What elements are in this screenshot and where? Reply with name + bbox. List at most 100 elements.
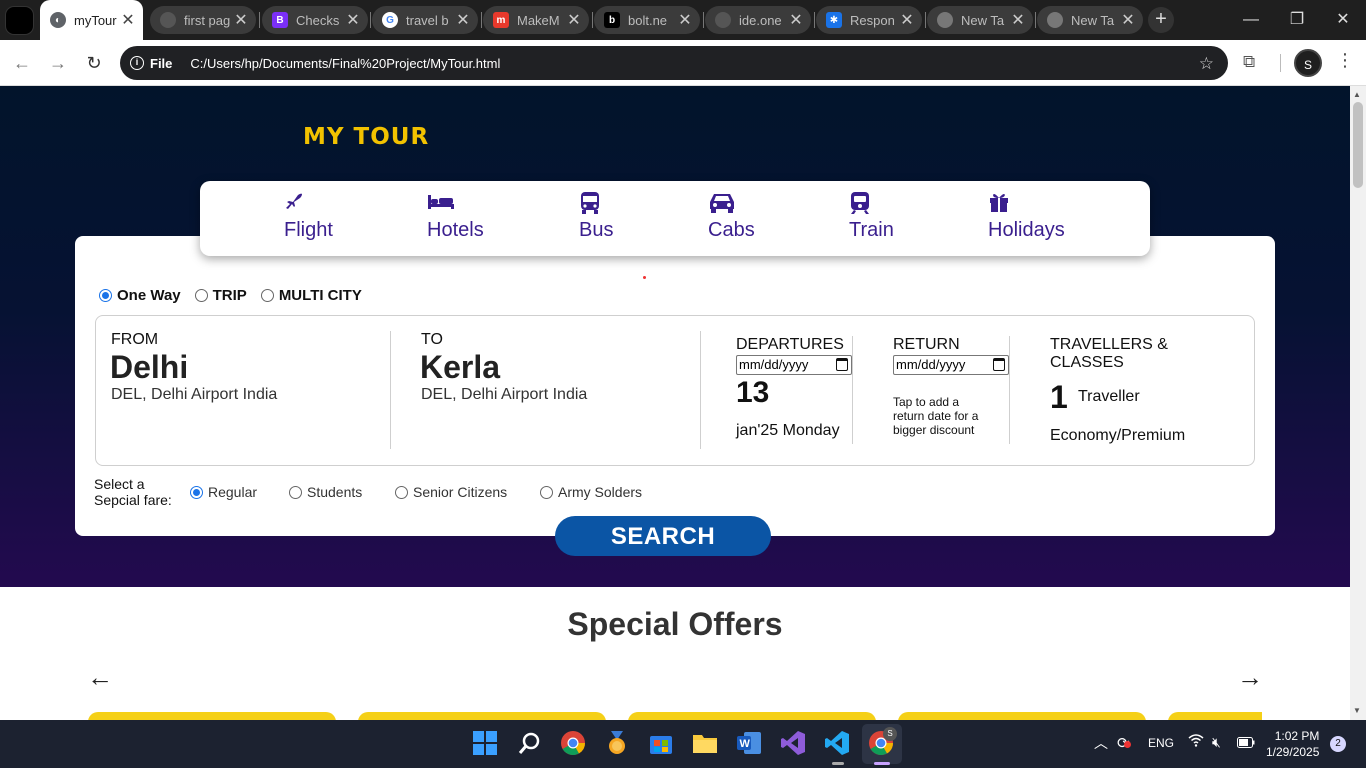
radio-button[interactable] (395, 485, 408, 499)
word-icon[interactable]: W (736, 730, 764, 758)
to-label: TO (421, 331, 443, 348)
fare-option-army-soldiers[interactable]: Army Solders (540, 484, 642, 500)
reload-icon[interactable]: ↻ (82, 51, 106, 75)
medal-icon[interactable] (604, 730, 632, 758)
windows-start-icon[interactable] (472, 730, 500, 758)
search-icon[interactable] (517, 730, 545, 758)
option-label: TRIP (212, 287, 247, 304)
close-icon[interactable]: ✕ (1117, 10, 1139, 30)
trip-option-multi-city[interactable]: MULTI CITY (260, 287, 362, 304)
date-placeholder: mm/dd/yyyy (896, 357, 966, 372)
new-tab-button[interactable]: + (1148, 7, 1174, 33)
fare-option-students[interactable]: Students (289, 484, 362, 500)
nav-bus[interactable]: Bus (579, 191, 613, 242)
chrome-icon (1047, 12, 1063, 28)
forward-icon[interactable]: → (46, 51, 70, 75)
url-text[interactable]: C:/Users/hp/Documents/Final%20Project/My… (190, 56, 500, 71)
offer-card[interactable] (1168, 712, 1262, 720)
nav-hotels[interactable]: Hotels (427, 191, 484, 242)
offers-next-arrow[interactable]: → (1237, 662, 1263, 693)
scrollbar-thumb[interactable] (1353, 102, 1363, 188)
radio-button[interactable] (190, 485, 203, 499)
trip-option-one-way[interactable]: One Way (99, 287, 181, 304)
nav-train[interactable]: Train (849, 191, 894, 242)
calendar-icon[interactable] (836, 358, 848, 371)
offer-card[interactable] (898, 712, 1146, 720)
address-bar[interactable]: i File C:/Users/hp/Documents/Final%20Pro… (120, 46, 1228, 80)
tab-bolt[interactable]: b bolt.ne ✕ (594, 6, 700, 34)
close-icon[interactable]: ✕ (896, 10, 918, 30)
close-window-button[interactable]: ✕ (1320, 0, 1366, 40)
minimize-button[interactable]: — (1228, 0, 1274, 40)
tab-responsive[interactable]: ✱ Respon ✕ (816, 6, 922, 34)
close-icon[interactable]: ✕ (117, 10, 139, 30)
radio-button[interactable] (194, 289, 208, 302)
browser-tab-bar: ◐ myTour ✕ first pag ✕ B Checks ✕ G trav… (0, 0, 1366, 40)
travel-class[interactable]: Economy/Premium (1050, 427, 1185, 445)
close-icon[interactable]: ✕ (1007, 10, 1029, 30)
trip-option-round-trip[interactable]: TRIP (194, 287, 247, 304)
tab-checks[interactable]: B Checks ✕ (262, 6, 368, 34)
tab-makemytrip[interactable]: m MakeM ✕ (483, 6, 589, 34)
radio-button[interactable] (289, 485, 302, 499)
vscode-icon[interactable] (824, 730, 852, 758)
site-info-chip[interactable]: i File (130, 56, 172, 71)
return-date-input[interactable]: mm/dd/yyyy (893, 355, 1009, 375)
visual-studio-icon[interactable] (780, 730, 808, 758)
scroll-down-icon[interactable]: ▼ (1353, 706, 1361, 715)
offer-card[interactable] (358, 712, 606, 720)
tab-travel[interactable]: G travel b ✕ (372, 6, 478, 34)
volume-muted-icon[interactable]: 🔇︎ (1212, 734, 1221, 751)
nav-holidays[interactable]: Holidays (988, 191, 1065, 242)
site-logo[interactable]: MY TOUR (303, 124, 429, 150)
profile-avatar[interactable]: S (1294, 49, 1322, 77)
extensions-icon[interactable]: ⧉ (1243, 52, 1255, 72)
active-indicator (874, 762, 890, 765)
scroll-up-icon[interactable]: ▲ (1353, 90, 1361, 99)
folder-icon[interactable] (692, 730, 720, 758)
tab-new-tab-2[interactable]: New Ta ✕ (1037, 6, 1143, 34)
menu-dots-icon[interactable]: ⋮ (1336, 50, 1354, 71)
close-icon[interactable]: ✕ (342, 10, 364, 30)
tab-first-page[interactable]: first pag ✕ (150, 6, 256, 34)
language-indicator[interactable]: ENG (1148, 736, 1174, 750)
battery-icon[interactable] (1237, 737, 1255, 751)
tray-chevron-icon[interactable]: ︿ (1094, 733, 1108, 753)
back-icon[interactable]: ← (10, 51, 34, 75)
browser-profile-icon[interactable] (5, 6, 34, 35)
radio-button[interactable] (540, 485, 553, 499)
notification-badge[interactable]: 2 (1330, 736, 1346, 752)
bookmark-star-icon[interactable]: ☆ (1199, 54, 1214, 74)
restore-button[interactable]: ❐ (1274, 0, 1320, 40)
offer-card[interactable] (628, 712, 876, 720)
chrome-icon[interactable] (560, 730, 588, 758)
close-icon[interactable]: ✕ (563, 10, 585, 30)
close-icon[interactable]: ✕ (674, 10, 696, 30)
page-scrollbar[interactable]: ▲ ▼ (1350, 86, 1366, 720)
nav-cabs[interactable]: Cabs (708, 191, 755, 242)
sync-icon[interactable]: ⟳ (1117, 734, 1131, 752)
radio-button[interactable] (260, 289, 274, 302)
close-icon[interactable]: ✕ (230, 10, 252, 30)
tab-mytour[interactable]: ◐ myTour ✕ (40, 0, 143, 40)
radio-button[interactable] (99, 289, 112, 302)
departure-date-input[interactable]: mm/dd/yyyy (736, 355, 852, 375)
wifi-icon[interactable] (1188, 733, 1204, 750)
nav-flight[interactable]: Flight (284, 191, 333, 242)
offer-card[interactable] (88, 712, 336, 720)
fare-option-regular[interactable]: Regular (190, 484, 257, 500)
tab-title: myTour (74, 12, 117, 28)
offers-prev-arrow[interactable]: ← (87, 662, 113, 693)
store-icon[interactable] (648, 730, 676, 758)
system-clock[interactable]: 1:02 PM 1/29/2025 (1266, 728, 1319, 760)
search-button[interactable]: SEARCH (555, 516, 771, 556)
tab-new-tab-1[interactable]: New Ta ✕ (927, 6, 1033, 34)
from-city[interactable]: Delhi (110, 349, 188, 386)
tab-ideone[interactable]: ide.one ✕ (705, 6, 811, 34)
close-icon[interactable]: ✕ (785, 10, 807, 30)
close-icon[interactable]: ✕ (452, 10, 474, 30)
to-city[interactable]: Kerla (420, 349, 500, 386)
calendar-icon[interactable] (993, 358, 1005, 371)
fare-option-senior-citizens[interactable]: Senior Citizens (395, 484, 507, 500)
traveller-count[interactable]: 1 (1050, 379, 1068, 416)
